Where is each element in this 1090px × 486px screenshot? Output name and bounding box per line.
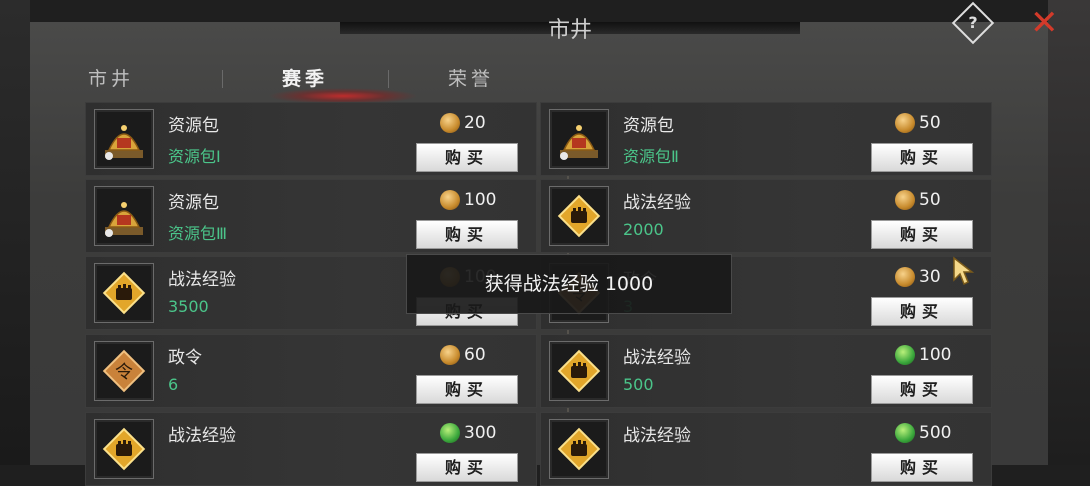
resource-pack-icon bbox=[549, 109, 609, 169]
item-price: 30 bbox=[895, 265, 941, 289]
item-price: 100 bbox=[895, 343, 951, 367]
price-value: 20 bbox=[464, 113, 486, 133]
item-price: 50 bbox=[895, 188, 941, 212]
buy-button[interactable]: 购买 bbox=[416, 453, 518, 482]
shop-item-card: 令 政令 6 60 购买 bbox=[85, 334, 537, 408]
buy-button[interactable]: 购买 bbox=[871, 143, 973, 172]
tab-bar: 市井 赛季 荣誉 bbox=[88, 58, 1068, 104]
item-name: 战法经验 bbox=[623, 193, 691, 213]
item-price: 100 bbox=[440, 188, 496, 212]
jade-coin-icon bbox=[895, 423, 915, 443]
price-value: 100 bbox=[919, 345, 952, 365]
item-price: 50 bbox=[895, 111, 941, 135]
item-name: 战法经验 bbox=[623, 426, 691, 446]
item-amount: 500 bbox=[623, 375, 654, 394]
buy-button[interactable]: 购买 bbox=[871, 453, 973, 482]
item-price: 20 bbox=[440, 111, 486, 135]
gold-coin-icon bbox=[440, 345, 460, 365]
item-name: 资源包 bbox=[623, 116, 674, 136]
shop-panel: 市井 ? ✕ 市井 赛季 荣誉 ▲ 资源包资源包Ⅰ20购买资源包资源包Ⅱ50购买… bbox=[30, 1, 1059, 486]
tab-divider bbox=[222, 70, 223, 88]
gold-coin-icon bbox=[440, 113, 460, 133]
item-amount: 6 bbox=[168, 375, 179, 394]
item-amount: 资源包Ⅱ bbox=[623, 147, 679, 166]
resource-pack-icon bbox=[94, 109, 154, 169]
shop-item-card: 战法经验 300 购买 bbox=[85, 412, 537, 486]
svg-text:令: 令 bbox=[115, 362, 133, 383]
shop-item-card: 战法经验 2000 50 购买 bbox=[540, 179, 992, 253]
close-button[interactable]: ✕ bbox=[1030, 6, 1059, 40]
price-value: 100 bbox=[464, 190, 497, 210]
price-value: 30 bbox=[919, 267, 941, 287]
item-amount: 资源包Ⅲ bbox=[168, 224, 228, 243]
fist-badge-icon bbox=[549, 186, 609, 246]
tab-divider bbox=[388, 70, 389, 88]
item-name: 战法经验 bbox=[623, 348, 691, 368]
window-title: 市井 bbox=[547, 18, 592, 43]
shop-item-card: 战法经验 500 购买 bbox=[540, 412, 992, 486]
item-price: 300 bbox=[440, 421, 496, 445]
price-value: 50 bbox=[919, 190, 941, 210]
item-amount: 2000 bbox=[623, 220, 664, 239]
item-name: 战法经验 bbox=[168, 426, 236, 446]
shop-item-card: 资源包资源包Ⅱ 50 购买 bbox=[540, 102, 992, 176]
reward-toast: 获得战法经验 1000 bbox=[406, 254, 732, 314]
shop-item-card: 资源包资源包Ⅰ 20 购买 bbox=[85, 102, 537, 176]
price-value: 60 bbox=[464, 345, 486, 365]
background-left bbox=[0, 0, 30, 465]
fist-badge-icon bbox=[94, 263, 154, 323]
tab-market[interactable]: 市井 bbox=[88, 64, 134, 91]
tab-honor[interactable]: 荣誉 bbox=[448, 64, 494, 91]
shop-item-card: 战法经验 500 100 购买 bbox=[540, 334, 992, 408]
gold-coin-icon bbox=[895, 267, 915, 287]
item-amount: 资源包Ⅰ bbox=[168, 147, 221, 166]
item-name: 资源包 bbox=[168, 193, 219, 213]
buy-button[interactable]: 购买 bbox=[871, 220, 973, 249]
item-amount: 3500 bbox=[168, 297, 209, 316]
gold-coin-icon bbox=[895, 190, 915, 210]
price-value: 500 bbox=[919, 423, 952, 443]
fist-badge-icon bbox=[94, 419, 154, 479]
item-name: 资源包 bbox=[168, 116, 219, 136]
help-button[interactable]: ? bbox=[951, 1, 995, 45]
item-name: 政令 bbox=[168, 348, 202, 368]
shop-item-card: 资源包资源包Ⅲ 100 购买 bbox=[85, 179, 537, 253]
buy-button[interactable]: 购买 bbox=[416, 220, 518, 249]
buy-button[interactable]: 购买 bbox=[416, 375, 518, 404]
fist-badge-icon bbox=[549, 419, 609, 479]
help-icon: ? bbox=[968, 13, 978, 32]
jade-coin-icon bbox=[895, 345, 915, 365]
item-price: 500 bbox=[895, 421, 951, 445]
gold-coin-icon bbox=[440, 190, 460, 210]
buy-button[interactable]: 购买 bbox=[871, 297, 973, 326]
gold-coin-icon bbox=[895, 113, 915, 133]
item-price: 60 bbox=[440, 343, 486, 367]
buy-button[interactable]: 购买 bbox=[416, 143, 518, 172]
fist-badge-icon bbox=[549, 341, 609, 401]
price-value: 50 bbox=[919, 113, 941, 133]
jade-coin-icon bbox=[440, 423, 460, 443]
price-value: 300 bbox=[464, 423, 497, 443]
decree-badge-icon: 令 bbox=[94, 341, 154, 401]
tab-season[interactable]: 赛季 bbox=[282, 64, 328, 91]
resource-pack-icon bbox=[94, 186, 154, 246]
buy-button[interactable]: 购买 bbox=[871, 375, 973, 404]
pointer-cursor-icon bbox=[953, 256, 974, 286]
item-name: 战法经验 bbox=[168, 270, 236, 290]
